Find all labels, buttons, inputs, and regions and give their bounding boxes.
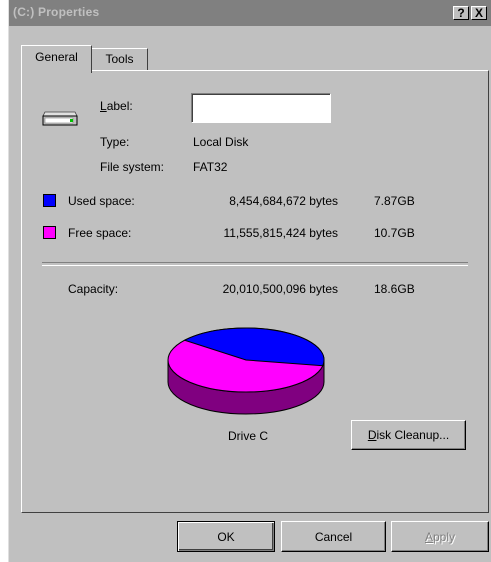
- hard-drive-icon: [42, 111, 78, 126]
- capacity-size: 18.6GB: [374, 282, 415, 296]
- used-space-bytes: 8,454,684,672 bytes: [229, 194, 338, 208]
- capacity-caption: Capacity:: [68, 282, 119, 296]
- disk-usage-pie: [167, 327, 325, 415]
- panel-content: Label: Type: Local Disk File system: FAT…: [8, 0, 491, 562]
- file-system-caption: File system:: [100, 160, 165, 174]
- drive-caption: Drive C: [227, 429, 269, 443]
- type-value: Local Disk: [193, 135, 249, 149]
- used-space-caption: Used space:: [68, 194, 135, 208]
- free-space-bytes: 11,555,815,424 bytes: [223, 226, 338, 240]
- free-space-size: 10.7GB: [374, 226, 415, 240]
- separator-line: [42, 262, 468, 266]
- used-space-swatch: [43, 194, 56, 207]
- file-system-value: FAT32: [193, 160, 228, 174]
- free-space-caption: Free space:: [68, 226, 132, 240]
- apply-button[interactable]: Apply: [391, 521, 489, 552]
- free-space-swatch: [43, 226, 56, 239]
- ok-button[interactable]: OK: [177, 521, 275, 552]
- type-caption: Type:: [100, 135, 130, 149]
- disk-cleanup-button[interactable]: Disk Cleanup...: [351, 420, 466, 450]
- cancel-button[interactable]: Cancel: [281, 521, 386, 552]
- label-field[interactable]: [191, 93, 331, 123]
- label-caption: Label:: [100, 99, 133, 113]
- used-space-size: 7.87GB: [374, 194, 415, 208]
- capacity-bytes: 20,010,500,096 bytes: [222, 282, 338, 296]
